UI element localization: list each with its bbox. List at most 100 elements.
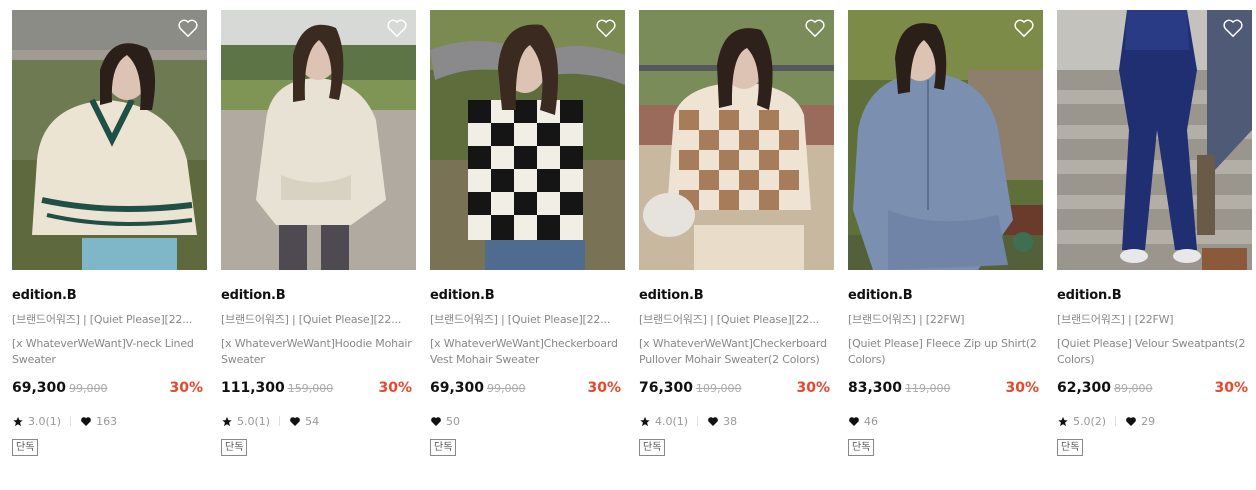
product-name[interactable]: [브랜드어워즈] | [22FW] [Quiet Please] Velour … <box>1057 312 1252 376</box>
sale-price: 69,300 <box>430 380 485 396</box>
product-image[interactable] <box>639 10 834 270</box>
sale-price: 83,300 <box>848 380 903 396</box>
product-name[interactable]: [브랜드어워즈] | [Quiet Please][22... [x Whate… <box>12 312 207 376</box>
product-image[interactable] <box>221 10 416 270</box>
brand-name[interactable]: edition.B <box>1057 288 1252 304</box>
product-image[interactable] <box>430 10 625 270</box>
product-card[interactable]: edition.B [브랜드어워즈] | [Quiet Please][22..… <box>639 10 834 456</box>
product-name[interactable]: [브랜드어워즈] | [Quiet Please][22... [x Whate… <box>430 312 625 376</box>
original-price: 99,000 <box>487 382 526 395</box>
like-count: 163 <box>80 415 117 428</box>
product-name-tags: [브랜드어워즈] | [22FW] <box>848 313 965 326</box>
wishlist-heart-icon[interactable] <box>1013 18 1035 38</box>
original-price: 89,000 <box>1114 382 1153 395</box>
product-card[interactable]: edition.B [브랜드어워즈] | [Quiet Please][22..… <box>12 10 207 456</box>
product-photo <box>12 10 207 270</box>
product-name[interactable]: [브랜드어워즈] | [Quiet Please][22... [x Whate… <box>639 312 834 376</box>
rating: 5.0(2) <box>1057 415 1106 428</box>
discount-rate: 30% <box>1005 380 1039 396</box>
rating: 3.0(1) <box>12 415 61 428</box>
product-image[interactable] <box>848 10 1043 270</box>
product-photo <box>639 10 834 270</box>
rating-value: 4.0(1) <box>655 414 689 428</box>
wishlist-heart-icon[interactable] <box>177 18 199 38</box>
original-price: 99,000 <box>69 382 108 395</box>
product-card[interactable]: edition.B [브랜드어워즈] | [Quiet Please][22..… <box>430 10 625 456</box>
product-photo <box>1057 10 1252 270</box>
divider <box>1115 416 1117 426</box>
sale-price: 111,300 <box>221 380 285 396</box>
product-image[interactable] <box>12 10 207 270</box>
discount-rate: 30% <box>796 380 830 396</box>
rating: 5.0(1) <box>221 415 270 428</box>
price-row: 69,300 99,000 30% <box>12 380 207 398</box>
product-name-title: [x WhateverWeWant]V-neck Lined Sweater <box>12 337 194 366</box>
price-row: 62,300 89,000 30% <box>1057 380 1252 398</box>
exclusive-badge: 단독 <box>430 439 457 456</box>
rating-value: 3.0(1) <box>28 414 62 428</box>
product-name-tags: [브랜드어워즈] | [Quiet Please][22... <box>430 313 611 326</box>
heart-filled-icon <box>431 416 441 426</box>
product-name[interactable]: [브랜드어워즈] | [22FW] [Quiet Please] Fleece … <box>848 312 1043 376</box>
discount-rate: 30% <box>169 380 203 396</box>
brand-name[interactable]: edition.B <box>12 288 207 304</box>
like-count-value: 46 <box>864 414 878 428</box>
product-name-tags: [브랜드어워즈] | [Quiet Please][22... <box>12 313 193 326</box>
star-icon <box>222 416 232 426</box>
like-count: 50 <box>430 415 460 428</box>
discount-rate: 30% <box>378 380 412 396</box>
divider <box>70 416 72 426</box>
wishlist-heart-icon[interactable] <box>595 18 617 38</box>
product-stats: 3.0(1) 163 <box>12 414 207 428</box>
price-row: 76,300 109,000 30% <box>639 380 834 398</box>
product-card[interactable]: edition.B [브랜드어워즈] | [22FW] [Quiet Pleas… <box>1057 10 1252 456</box>
product-name[interactable]: [브랜드어워즈] | [Quiet Please][22... [x Whate… <box>221 312 416 376</box>
product-card[interactable]: edition.B [브랜드어워즈] | [Quiet Please][22..… <box>221 10 416 456</box>
heart-filled-icon <box>849 416 859 426</box>
brand-name[interactable]: edition.B <box>221 288 416 304</box>
product-stats: 46 <box>848 414 1043 428</box>
rating: 4.0(1) <box>639 415 688 428</box>
heart-filled-icon <box>81 416 91 426</box>
sale-price: 62,300 <box>1057 380 1112 396</box>
divider <box>279 416 281 426</box>
wishlist-heart-icon[interactable] <box>1222 18 1244 38</box>
original-price: 159,000 <box>287 382 334 395</box>
like-count: 46 <box>848 415 878 428</box>
brand-name[interactable]: edition.B <box>430 288 625 304</box>
product-card[interactable]: edition.B [브랜드어워즈] | [22FW] [Quiet Pleas… <box>848 10 1043 456</box>
brand-name[interactable]: edition.B <box>639 288 834 304</box>
original-price: 109,000 <box>696 382 742 395</box>
product-name-tags: [브랜드어워즈] | [Quiet Please][22... <box>221 313 402 326</box>
wishlist-heart-icon[interactable] <box>804 18 826 38</box>
original-price: 119,000 <box>905 382 951 395</box>
star-icon <box>640 416 650 426</box>
product-grid: edition.B [브랜드어워즈] | [Quiet Please][22..… <box>12 10 1252 456</box>
product-name-tags: [브랜드어워즈] | [22FW] <box>1057 313 1174 326</box>
product-image[interactable] <box>1057 10 1252 270</box>
sale-price: 69,300 <box>12 380 67 396</box>
brand-name[interactable]: edition.B <box>848 288 1043 304</box>
exclusive-badge: 단독 <box>848 439 875 456</box>
like-count-value: 29 <box>1141 414 1156 428</box>
price-row: 69,300 99,000 30% <box>430 380 625 398</box>
heart-filled-icon <box>290 416 300 426</box>
wishlist-heart-icon[interactable] <box>386 18 408 38</box>
divider <box>697 416 699 426</box>
like-count-value: 54 <box>305 414 320 428</box>
sale-price: 76,300 <box>639 380 694 396</box>
like-count-value: 38 <box>723 414 738 428</box>
like-count: 38 <box>707 415 737 428</box>
product-photo <box>848 10 1043 270</box>
heart-filled-icon <box>708 416 718 426</box>
like-count: 29 <box>1125 415 1155 428</box>
product-name-title: [x WhateverWeWant]Checkerboard Vest Moha… <box>430 337 618 366</box>
product-photo <box>221 10 416 270</box>
exclusive-badge: 단독 <box>12 439 39 456</box>
exclusive-badge: 단독 <box>1057 439 1084 456</box>
exclusive-badge: 단독 <box>639 439 666 456</box>
product-name-title: [Quiet Please] Velour Sweatpants(2 Color… <box>1057 337 1246 366</box>
rating-value: 5.0(2) <box>1073 414 1107 428</box>
product-name-title: [x WhateverWeWant]Checkerboard Pullover … <box>639 337 827 366</box>
rating-value: 5.0(1) <box>237 414 271 428</box>
